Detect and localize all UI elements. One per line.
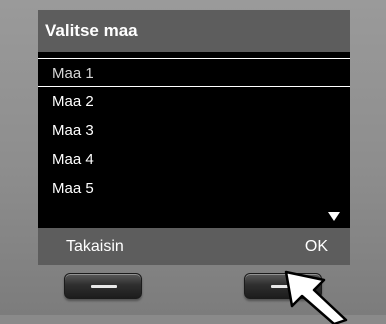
ok-softkey-label: OK: [304, 238, 328, 255]
press-indicator-arrow-icon: [284, 270, 348, 324]
phone-device: Valitse maa Maa 1 Maa 2 Maa 3 Maa 4 Maa …: [0, 0, 386, 324]
back-softkey-label: Takaisin: [66, 238, 124, 255]
phone-display: Valitse maa Maa 1 Maa 2 Maa 3 Maa 4 Maa …: [38, 10, 350, 265]
list-item[interactable]: Maa 1: [38, 58, 350, 87]
list-item[interactable]: Maa 3: [38, 116, 350, 145]
list-item[interactable]: Maa 2: [38, 87, 350, 116]
list-item[interactable]: Maa 4: [38, 145, 350, 174]
dash-icon: [91, 285, 117, 288]
menu-title: Valitse maa: [38, 10, 350, 52]
country-list: Maa 1 Maa 2 Maa 3 Maa 4 Maa 5: [38, 58, 350, 224]
left-softkey-button[interactable]: [64, 273, 142, 299]
softkey-bar: Takaisin OK: [38, 228, 350, 265]
list-item[interactable]: Maa 5: [38, 174, 350, 203]
scroll-down-icon: [328, 212, 340, 221]
